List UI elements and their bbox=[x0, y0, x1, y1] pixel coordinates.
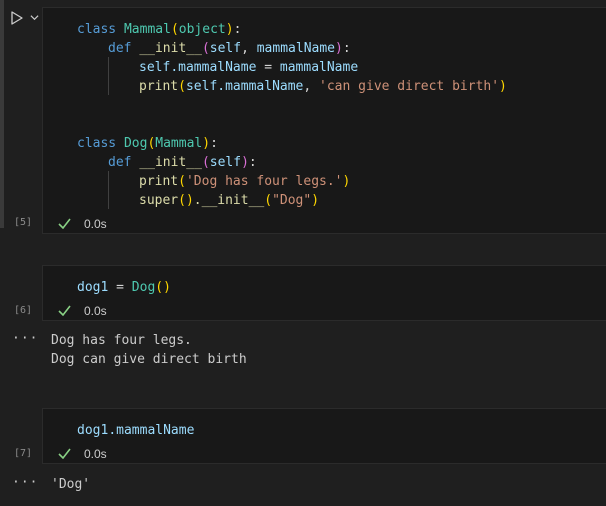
execution-count: [5] bbox=[14, 217, 33, 228]
execution-timing: 0.0s bbox=[84, 304, 107, 318]
code-line: class Dog(Mammal): bbox=[77, 136, 218, 151]
code-line: super().__init__("Dog") bbox=[139, 193, 320, 208]
check-icon bbox=[58, 448, 71, 459]
output-line: 'Dog' bbox=[51, 477, 91, 492]
code-line: dog1 = Dog() bbox=[77, 280, 171, 295]
output-line: Dog has four legs. bbox=[51, 333, 192, 348]
check-icon bbox=[58, 305, 71, 316]
execution-count: [6] bbox=[14, 305, 33, 316]
execution-count: [7] bbox=[14, 448, 33, 459]
execution-timing: 0.0s bbox=[84, 217, 107, 231]
chevron-down-icon[interactable] bbox=[30, 13, 39, 22]
play-icon[interactable] bbox=[10, 11, 24, 25]
code-line: def __init__(self, mammalName): bbox=[108, 41, 351, 56]
code-line: dog1.mammalName bbox=[77, 423, 195, 438]
active-cell-indicator bbox=[0, 0, 4, 228]
indent-guide bbox=[108, 171, 109, 209]
code-line: print(self.mammalName, 'can give direct … bbox=[139, 79, 507, 94]
run-controls[interactable] bbox=[10, 11, 40, 25]
execution-timing: 0.0s bbox=[84, 447, 107, 461]
check-icon bbox=[58, 218, 71, 229]
indent-guide bbox=[108, 57, 109, 95]
code-line: class Mammal(object): bbox=[77, 22, 242, 37]
code-line: self.mammalName = mammalName bbox=[139, 60, 359, 75]
code-line: print('Dog has four legs.') bbox=[139, 174, 351, 189]
output-line: Dog can give direct birth bbox=[51, 352, 247, 367]
output-menu-button[interactable]: ··· bbox=[12, 475, 38, 490]
output-menu-button[interactable]: ··· bbox=[12, 331, 38, 346]
code-line: def __init__(self): bbox=[108, 155, 257, 170]
